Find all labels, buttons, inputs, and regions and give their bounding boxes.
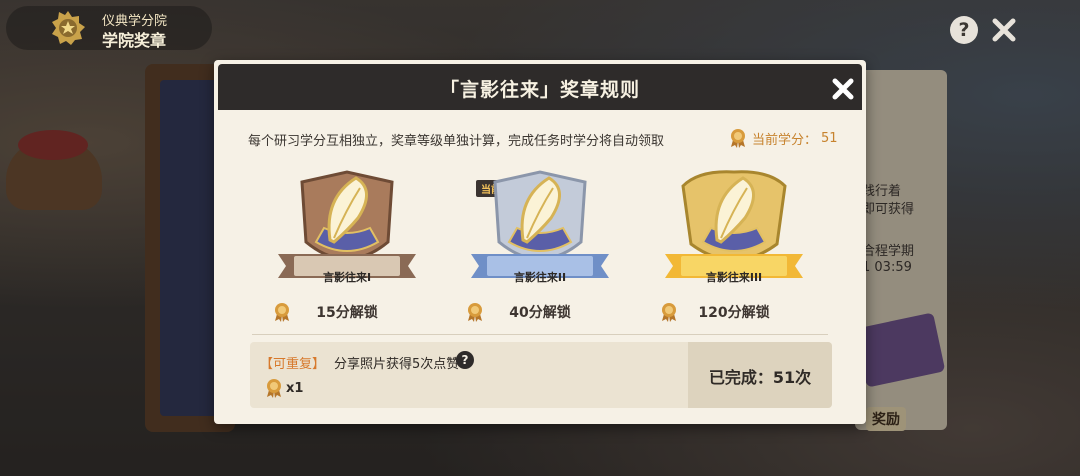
badge-unlock: 15分解锁 — [272, 302, 422, 322]
current-credit: 当前学分： 51 — [728, 126, 838, 150]
close-icon[interactable] — [990, 16, 1018, 44]
rule-description: 每个研习学分互相独立，奖章等级单独计算，完成任务时学分将自动领取 — [248, 134, 665, 149]
badge-tier-1[interactable]: 言影往来I 15分解锁 — [272, 168, 422, 330]
credit-medal-icon — [267, 379, 281, 398]
badge-unlock-label: 15分解锁 — [316, 305, 378, 321]
badge-unlock-label: 40分解锁 — [509, 305, 571, 321]
task-completed-panel: 已完成：51次 — [688, 342, 832, 408]
badge-name: 言影往来I — [322, 271, 372, 284]
badge-tier-2[interactable]: 言影往来II 40分解锁 — [465, 168, 615, 330]
current-credit-value: 51 — [821, 130, 838, 146]
task-reward-count: x1 — [286, 380, 304, 396]
badge-tier-3[interactable]: 言影往来III 120分解锁 — [659, 168, 809, 330]
divider — [252, 334, 828, 335]
academy-header: 仪典学分院 学院奖章 — [6, 6, 212, 50]
credit-medal-icon — [662, 303, 676, 322]
dialog-close-icon[interactable] — [830, 76, 856, 102]
badge-name: 言影往来III — [705, 271, 763, 284]
task-description: 分享照片获得5次点赞 — [334, 357, 460, 372]
dialog-title: 「言影往来」奖章规则 — [439, 79, 640, 101]
badge-name: 言影往来II — [513, 271, 567, 284]
task-help-icon[interactable]: ? — [456, 351, 474, 369]
badge-unlock: 40分解锁 — [465, 302, 615, 322]
badge-unlock: 120分解锁 — [659, 302, 809, 322]
task-row: 【可重复】 分享照片获得5次点赞 ? x1 已完成：51次 — [250, 342, 832, 408]
academy-emblem-icon — [52, 11, 85, 45]
badge-rules-dialog: 「言影往来」奖章规则 每个研习学分互相独立，奖章等级单独计算，完成任务时学分将自… — [214, 60, 866, 424]
dialog-header: 「言影往来」奖章规则 — [218, 64, 862, 110]
task-repeatable-tag: 【可重复】 — [260, 357, 326, 372]
academy-title: 学院奖章 — [102, 31, 167, 50]
help-icon[interactable]: ? — [950, 16, 978, 44]
credit-medal-icon — [468, 303, 482, 322]
current-credit-label: 当前学分： — [752, 132, 818, 148]
credit-medal-icon — [731, 129, 745, 148]
task-reward: x1 — [264, 378, 303, 398]
task-completed-label: 已完成：51次 — [708, 368, 812, 387]
badge-unlock-label: 120分解锁 — [698, 305, 770, 321]
credit-medal-icon — [275, 303, 289, 322]
